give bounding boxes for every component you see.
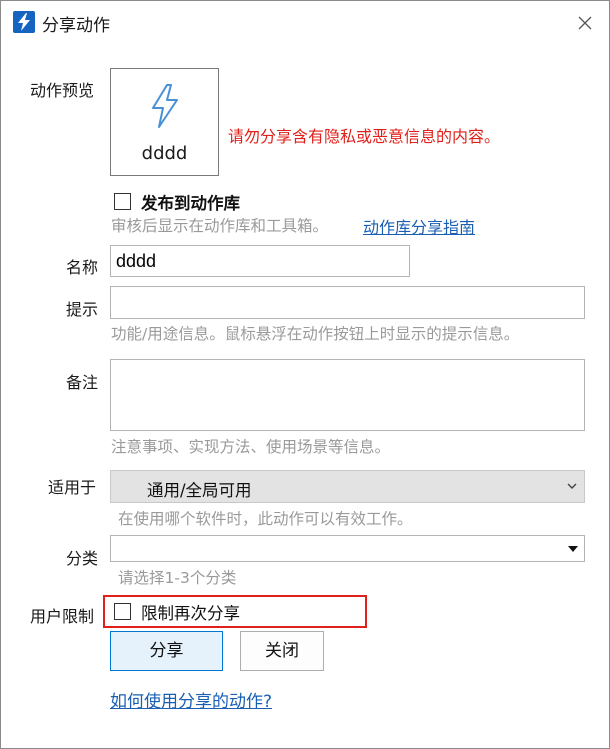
privacy-warning: 请勿分享含有隐私或恶意信息的内容。	[228, 127, 501, 146]
category-combo[interactable]	[110, 535, 585, 562]
publish-hint: 审核后显示在动作库和工具箱。	[111, 217, 329, 235]
close-button[interactable]: 关闭	[240, 631, 324, 671]
action-preview: dddd	[110, 68, 219, 176]
how-to-use-link[interactable]: 如何使用分享的动作?	[110, 687, 272, 712]
share-button[interactable]: 分享	[110, 631, 223, 671]
applies-to-selected: 通用/全局可用	[147, 481, 252, 500]
limit-reshare-checkbox[interactable]	[114, 603, 131, 620]
limit-reshare-label[interactable]: 限制再次分享	[141, 600, 240, 624]
bolt-icon	[152, 84, 178, 128]
preview-label: 动作预览	[30, 81, 95, 100]
title-bar: 分享动作	[1, 1, 609, 43]
tip-label: 提示	[66, 300, 99, 319]
dropdown-arrow-icon	[568, 546, 578, 552]
user-limit-label: 用户限制	[30, 607, 95, 626]
close-icon[interactable]	[569, 7, 601, 39]
note-textarea[interactable]	[110, 359, 585, 431]
tip-hint: 功能/用途信息。鼠标悬浮在动作按钮上时显示的提示信息。	[111, 325, 520, 343]
note-label: 备注	[66, 373, 99, 392]
publish-checkbox-label[interactable]: 发布到动作库	[141, 190, 240, 214]
library-share-guide-link[interactable]: 动作库分享指南	[363, 214, 475, 238]
name-label: 名称	[66, 258, 99, 277]
applies-to-label: 适用于	[48, 478, 97, 497]
category-label: 分类	[66, 549, 99, 568]
bolt-icon	[13, 11, 35, 33]
window-title: 分享动作	[42, 16, 110, 36]
applies-to-select[interactable]: 通用/全局可用	[110, 470, 585, 503]
publish-checkbox[interactable]	[114, 193, 131, 210]
category-hint: 请选择1-3个分类	[118, 569, 237, 587]
chevron-down-icon	[567, 483, 577, 489]
note-hint: 注意事项、实现方法、使用场景等信息。	[111, 438, 391, 456]
preview-action-name: dddd	[141, 143, 188, 164]
name-input[interactable]	[110, 245, 410, 277]
tip-input[interactable]	[110, 286, 585, 319]
applies-to-hint: 在使用哪个软件时，此动作可以有效工作。	[118, 510, 413, 528]
